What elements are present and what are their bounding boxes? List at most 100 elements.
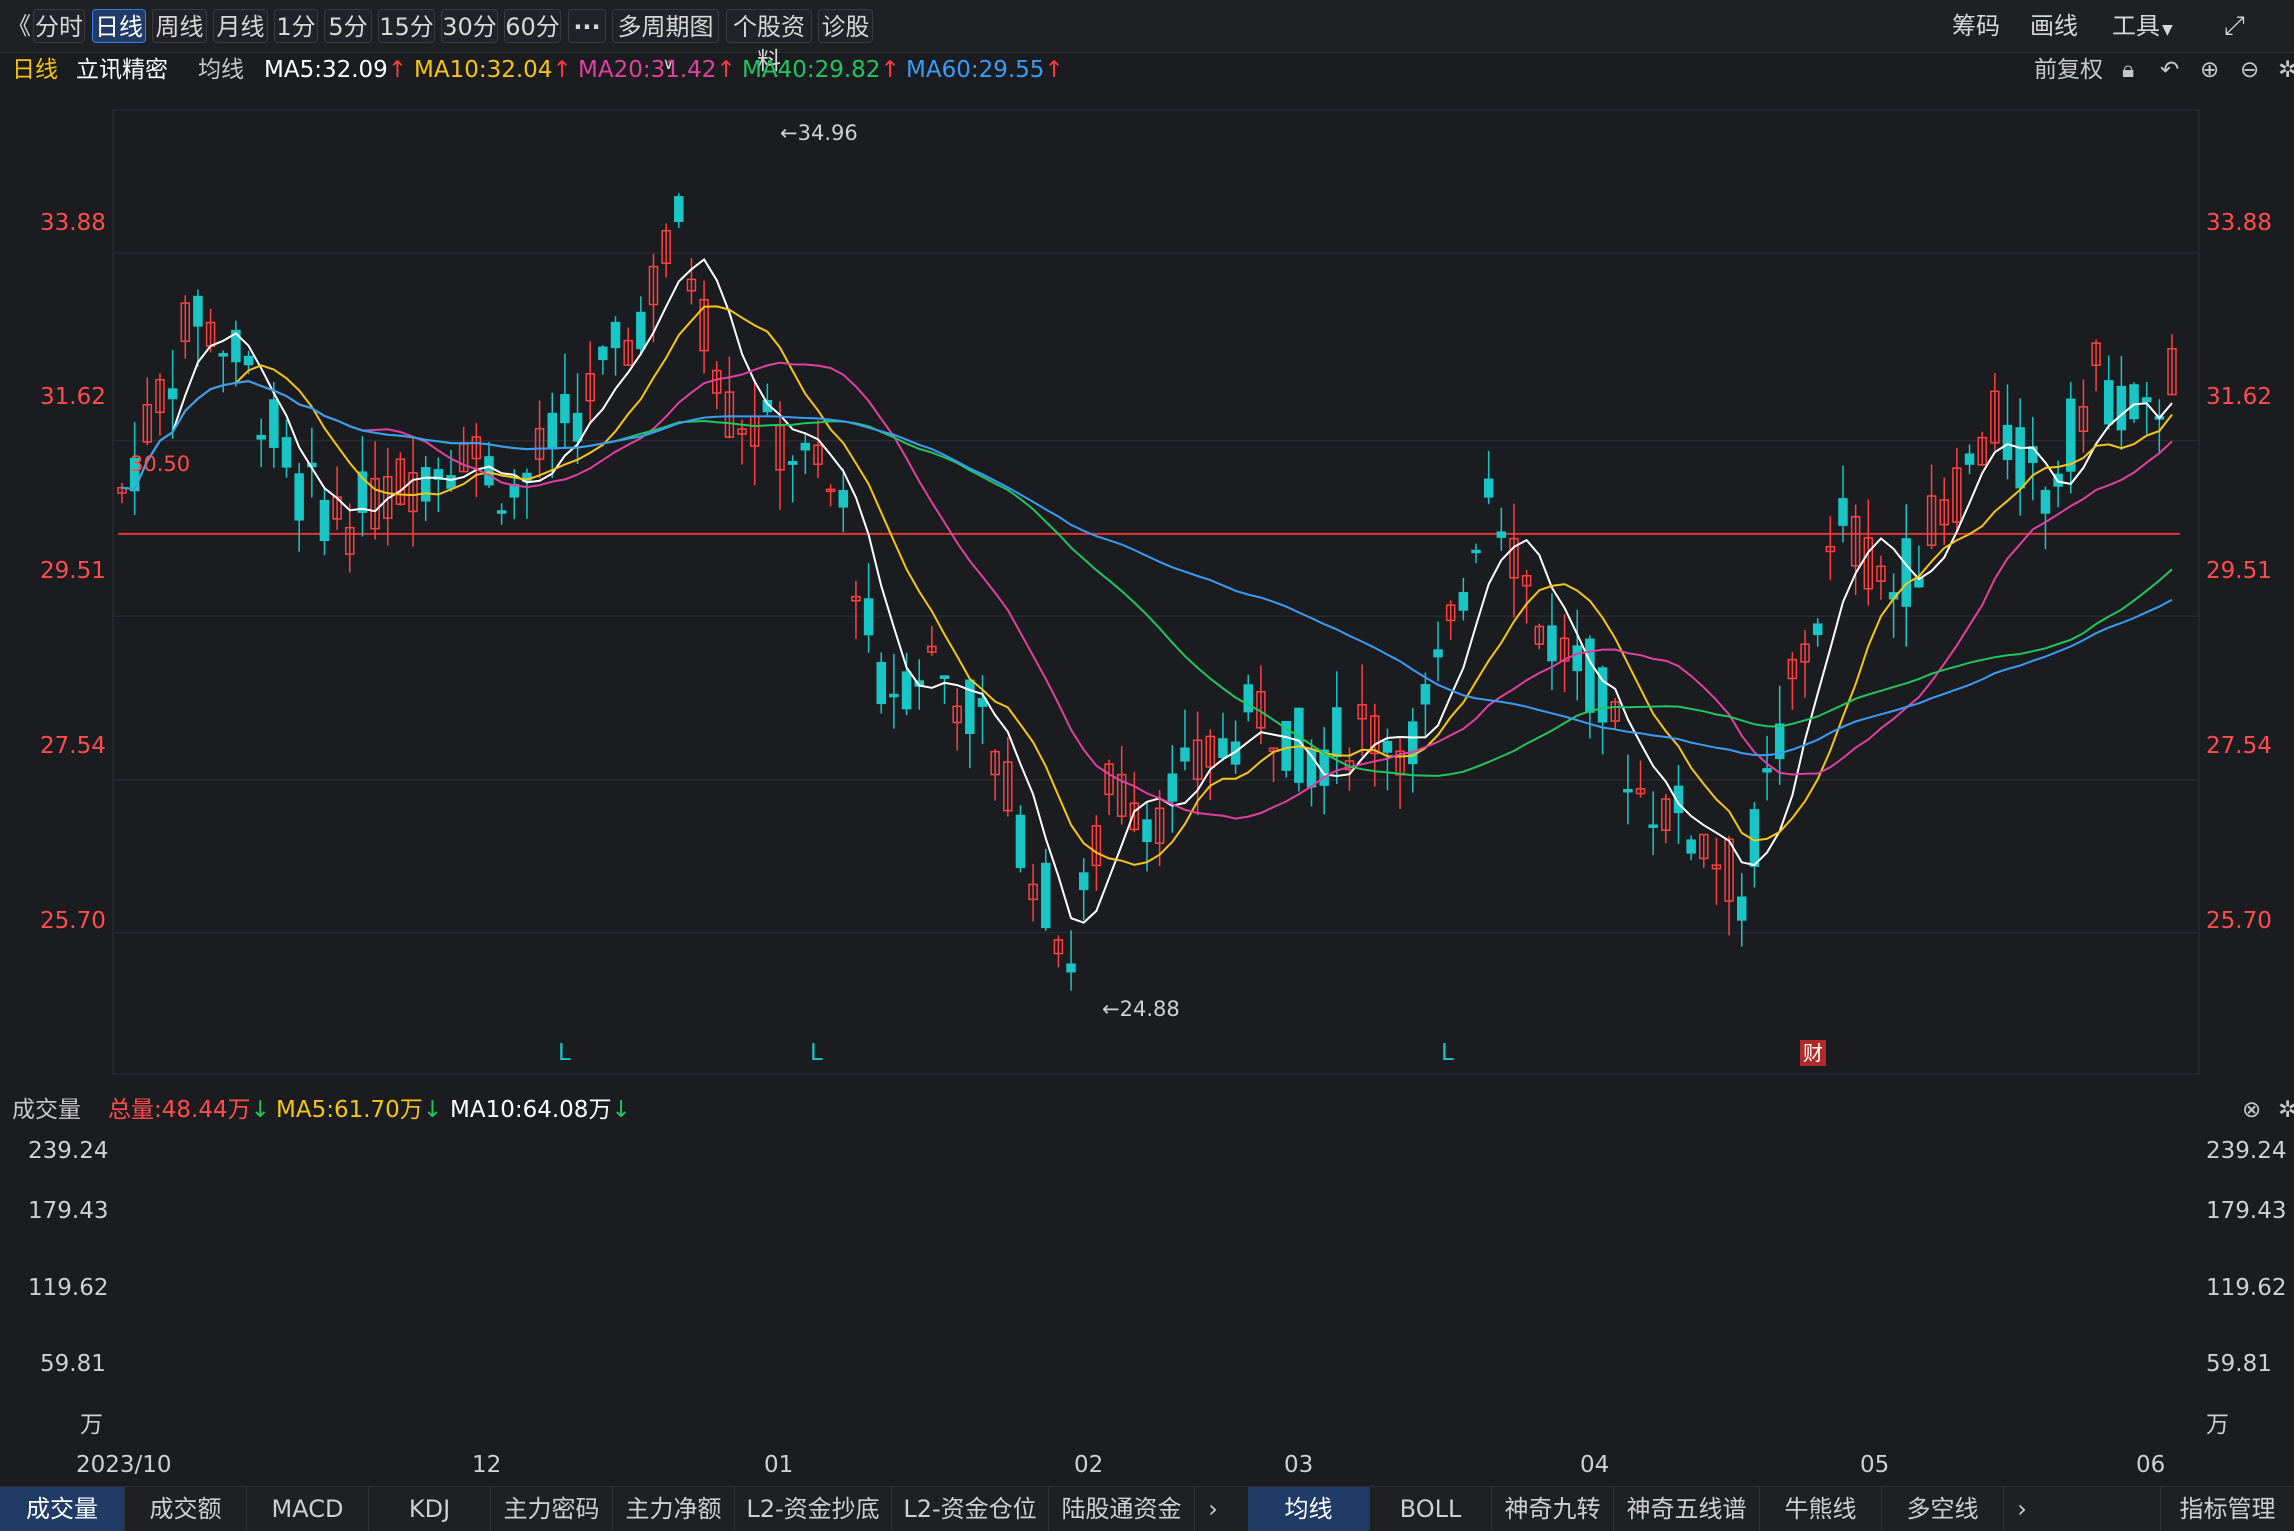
candle-body [838, 489, 849, 508]
adjust-mode-button[interactable]: 前复权 [2034, 52, 2103, 88]
candle-body [1066, 963, 1076, 973]
period-tab-weekly[interactable]: 周线 [152, 9, 207, 43]
vol-tick-left-0: 239.24 [28, 1138, 109, 1164]
tab-magic-five[interactable]: 神奇五线谱 [1614, 1487, 1760, 1531]
candle-body [2040, 489, 2051, 514]
tabs-right-next-icon[interactable]: › [2004, 1487, 2040, 1531]
period-tab-15min[interactable]: 15分 [378, 9, 435, 43]
indicator-manage-button[interactable]: 指标管理 [2160, 1487, 2294, 1531]
signal-l-2[interactable]: L [810, 1040, 823, 1066]
candle-body [1332, 707, 1342, 758]
date-label-4: 03 [1284, 1452, 1314, 1478]
earnings-badge[interactable]: 财 [1800, 1040, 1826, 1066]
candle-body [2002, 424, 2013, 461]
candle-body [610, 321, 621, 349]
date-label-2: 01 [764, 1452, 794, 1478]
fullscreen-icon[interactable]: ⤢ [2224, 9, 2245, 43]
tab-l2-bottom[interactable]: L2-资金抄底 [735, 1487, 892, 1531]
tab-main-force-code[interactable]: 主力密码 [491, 1487, 613, 1531]
candle-body [876, 661, 887, 705]
diagnose-button[interactable]: 诊股 [818, 9, 873, 43]
period-tab-monthly[interactable]: 月线 [213, 9, 268, 43]
tab-kdj[interactable]: KDJ [369, 1487, 491, 1531]
high-price-marker: ←34.96 [780, 121, 858, 145]
candle-body [1483, 478, 1494, 498]
candle-body [1648, 824, 1658, 828]
more-periods-button[interactable]: ··· [568, 9, 606, 43]
candlestick-chart[interactable] [0, 88, 2294, 1088]
candle-body [167, 388, 178, 400]
stock-profile-button[interactable]: 个股资料 [726, 9, 812, 75]
candle-body [1243, 684, 1253, 713]
draw-line-button[interactable]: 画线 [2030, 9, 2078, 43]
multi-period-dropdown[interactable]: 多周期图∨ [612, 9, 719, 73]
volume-legend-row: 成交量 总量:48.44万↓ MA5:61.70万↓ MA10:64.08万↓ … [0, 1092, 2294, 1128]
candle-body [2103, 380, 2114, 425]
tab-main-force-net[interactable]: 主力净额 [613, 1487, 735, 1531]
zoom-out-icon[interactable]: ⊖ [2240, 52, 2259, 88]
candle-body [319, 499, 330, 542]
tab-macd[interactable]: MACD [247, 1487, 369, 1531]
period-tab-5min[interactable]: 5分 [324, 9, 372, 43]
candle-body [496, 510, 507, 514]
ma5-value: MA5:32.09↑ [264, 57, 408, 83]
candle-body [243, 355, 254, 366]
tab-boll[interactable]: BOLL [1370, 1487, 1492, 1531]
date-label-5: 04 [1580, 1452, 1610, 1478]
candle-body [2028, 446, 2038, 463]
vol-tick-left-3: 59.81 [40, 1351, 106, 1377]
candle-body [1078, 872, 1089, 891]
candle-body [269, 399, 279, 448]
tab-l2-position[interactable]: L2-资金仓位 [892, 1487, 1049, 1531]
settings-icon[interactable]: ✲ [2278, 52, 2294, 88]
volume-ma5: MA5:61.70万↓ [276, 1097, 443, 1123]
price-tick-right-0: 33.88 [2206, 210, 2272, 236]
tab-ma[interactable]: 均线 [1248, 1487, 1370, 1531]
zoom-in-icon[interactable]: ⊕ [2200, 52, 2219, 88]
candle-body [446, 475, 456, 489]
tab-northbound[interactable]: 陆股通资金 [1049, 1487, 1195, 1531]
tab-bull-bear[interactable]: 牛熊线 [1760, 1487, 1882, 1531]
vol-tick-left-2: 119.62 [28, 1275, 109, 1301]
tab-volume[interactable]: 成交量 [0, 1487, 125, 1531]
date-label-6: 05 [1860, 1452, 1890, 1478]
price-tick-left-0: 33.88 [40, 210, 106, 236]
vol-tick-right-2: 119.62 [2206, 1275, 2287, 1301]
period-tab-1min[interactable]: 1分 [274, 9, 318, 43]
price-tick-right-2: 29.51 [2206, 558, 2272, 584]
candle-body [1420, 684, 1431, 705]
tab-turnover[interactable]: 成交额 [125, 1487, 247, 1531]
volume-settings-icon[interactable]: ✲ [2278, 1092, 2294, 1128]
candle-body [2129, 384, 2139, 420]
multi-period-label: 多周期图 [617, 13, 714, 41]
tab-magic-nine[interactable]: 神奇九转 [1492, 1487, 1614, 1531]
candle-body [1737, 896, 1747, 921]
candle-body [1407, 721, 1418, 765]
tabs-next-icon[interactable]: › [1195, 1487, 1231, 1531]
tab-long-short[interactable]: 多空线 [1882, 1487, 2004, 1531]
chip-distribution-button[interactable]: 筹码 [1952, 9, 2000, 43]
period-tab-60min[interactable]: 60分 [504, 9, 561, 43]
candle-body [1142, 819, 1152, 843]
period-tab-30min[interactable]: 30分 [441, 9, 498, 43]
signal-l-3[interactable]: L [1441, 1040, 1454, 1066]
price-tick-left-4: 25.70 [40, 908, 106, 934]
undo-icon[interactable]: ↶ [2160, 52, 2179, 88]
ma-group-label[interactable]: 均线 [198, 52, 244, 88]
price-panel-frame [112, 109, 2200, 1075]
period-tab-timeshare[interactable]: 分时 [33, 9, 85, 43]
vol-unit-left: 万 [80, 1412, 103, 1438]
candle-body [1496, 531, 1507, 538]
double-chevron-left-icon[interactable]: 《 [6, 9, 32, 43]
ma20-line [121, 361, 2173, 820]
price-tick-left-2: 29.51 [40, 558, 106, 584]
lock-icon[interactable]: 🔒︎ [2122, 52, 2134, 88]
period-tab-daily[interactable]: 日线 [92, 9, 146, 43]
candle-body [939, 675, 950, 679]
candle-body [636, 311, 646, 350]
close-volume-panel-icon[interactable]: ⊗ [2242, 1092, 2261, 1128]
date-label-3: 02 [1074, 1452, 1104, 1478]
tools-menu-button[interactable]: 工具 ▼ [2112, 9, 2173, 43]
signal-l-1[interactable]: L [558, 1040, 571, 1066]
candle-body [572, 412, 583, 442]
